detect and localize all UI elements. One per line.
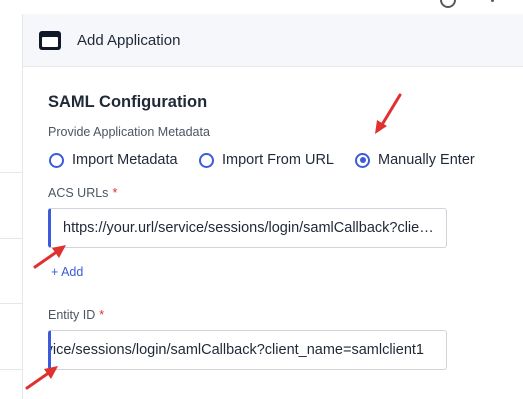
left-sidebar xyxy=(0,14,23,399)
entity-id-value[interactable]: https://your.url/service/sessions/login/… xyxy=(51,342,424,358)
sidebar-divider xyxy=(0,238,22,239)
entity-id-label-text: Entity ID xyxy=(48,308,96,322)
radio-label: Manually Enter xyxy=(378,152,475,168)
radio-manually-enter[interactable]: Manually Enter xyxy=(355,149,475,171)
radio-label: Import Metadata xyxy=(72,152,178,168)
panel-header: Add Application xyxy=(23,14,523,67)
acs-urls-label: ACS URLs * xyxy=(48,186,117,200)
sidebar-divider xyxy=(0,369,22,370)
sidebar-divider xyxy=(0,172,22,173)
entity-id-input[interactable]: https://your.url/service/sessions/login/… xyxy=(48,330,447,370)
radio-button[interactable] xyxy=(49,152,64,168)
required-marker: * xyxy=(99,308,105,322)
annotation-arrow-icon xyxy=(33,245,66,269)
radio-button-selected[interactable] xyxy=(355,152,370,168)
radio-import-metadata[interactable]: Import Metadata xyxy=(49,149,178,171)
radio-button[interactable] xyxy=(199,152,214,168)
acs-url-value[interactable]: https://your.url/service/sessions/login/… xyxy=(63,220,435,236)
metadata-label: Provide Application Metadata xyxy=(48,125,210,139)
top-toolbar xyxy=(0,0,523,14)
required-marker: * xyxy=(112,186,118,200)
annotation-arrow-icon xyxy=(25,366,58,390)
help-icon[interactable] xyxy=(440,0,456,8)
acs-urls-label-text: ACS URLs xyxy=(48,186,109,200)
section-title: SAML Configuration xyxy=(48,93,208,111)
saml-config-form: SAML Configuration Provide Application M… xyxy=(23,67,523,399)
panel-title: Add Application xyxy=(77,32,181,49)
radio-label: Import From URL xyxy=(222,152,334,168)
acs-url-input[interactable]: https://your.url/service/sessions/login/… xyxy=(48,208,447,248)
window-icon xyxy=(39,31,61,50)
more-options-icon[interactable] xyxy=(490,0,496,8)
radio-import-from-url[interactable]: Import From URL xyxy=(199,149,334,171)
sidebar-divider xyxy=(0,303,22,304)
entity-id-label: Entity ID * xyxy=(48,308,104,322)
annotation-arrow-icon xyxy=(375,93,402,134)
